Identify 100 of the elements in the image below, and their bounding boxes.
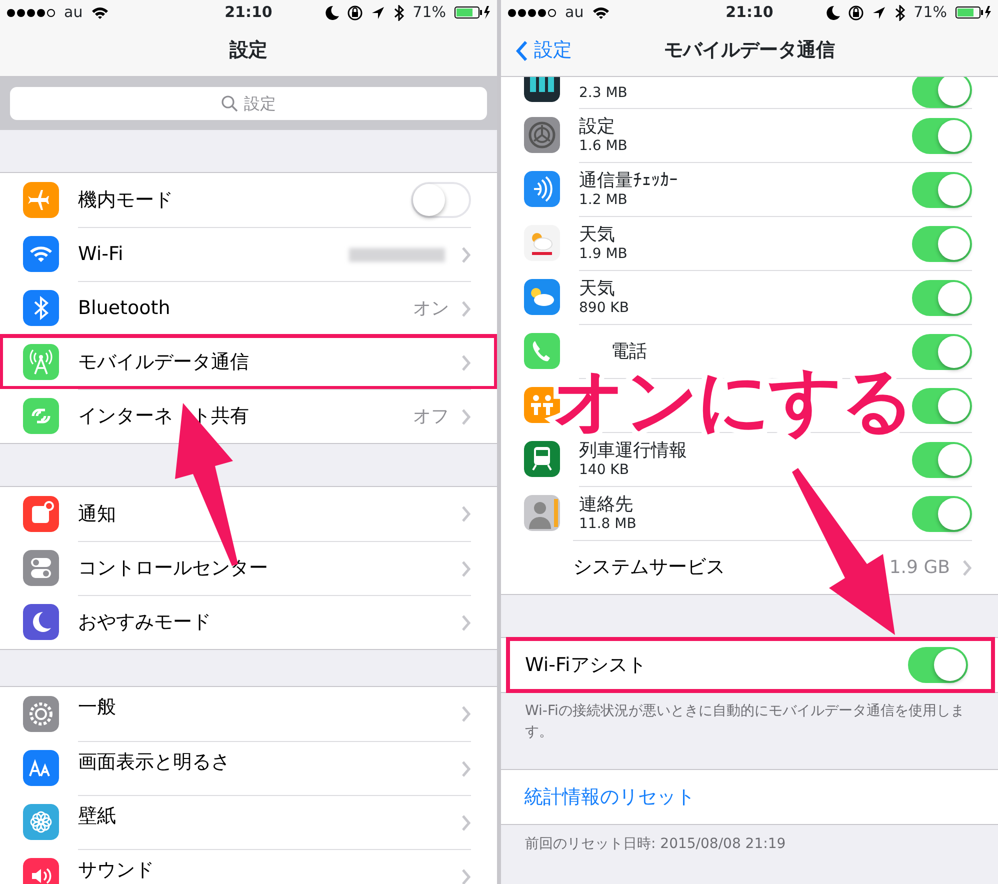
status-time: 21:10: [726, 2, 774, 24]
screen-title: モバイルデータ通信: [664, 38, 835, 64]
app-name: 天気: [579, 278, 616, 300]
data-usage: 1.9 MB: [579, 246, 628, 263]
chevron-icon: [962, 558, 972, 576]
contact-silhouette-icon: [524, 495, 560, 531]
chevron-icon: [461, 560, 471, 578]
signal-icon: [507, 6, 557, 18]
app-name: 通信量ﾁｪｯｶｰ: [579, 170, 679, 192]
row-label: Wi-Fi: [78, 242, 124, 268]
data-usage: 140 KB: [579, 462, 630, 479]
row-label: 一般: [78, 695, 116, 720]
row-label: モバイルデータ通信: [78, 350, 249, 376]
app-name: 列車運行情報: [579, 440, 688, 462]
row-label: システムサービス: [573, 555, 725, 580]
back-button[interactable]: 設定: [515, 25, 572, 76]
row-label: 画面表示と明るさ: [78, 750, 230, 775]
data-usage: 890 KB: [579, 300, 630, 317]
rotation-lock-icon: [848, 4, 864, 20]
footnote-text: Wi-Fiの接続状況が悪いときに自動的にモバイルデータ通信を使用します。: [524, 702, 966, 742]
rotation-lock-icon: [346, 4, 363, 20]
chevron-icon: [461, 705, 471, 723]
chevron-icon: [461, 300, 471, 318]
chevron-icon: [461, 354, 471, 372]
chevron-icon: [461, 408, 471, 426]
toggle-switch[interactable]: [912, 226, 972, 262]
data-usage: 1.2 MB: [579, 192, 628, 209]
data-usage: 11.8 MB: [579, 516, 638, 533]
toggle-switch[interactable]: [912, 280, 972, 316]
antenna-icon: [23, 344, 59, 380]
flower-icon: [23, 804, 59, 840]
app-name: 設定: [579, 116, 616, 138]
notification-icon: [23, 496, 59, 532]
signal-icon: [6, 6, 56, 18]
moon-icon: [23, 604, 59, 640]
toggle-switch[interactable]: [912, 388, 972, 424]
screen-title: 設定: [230, 38, 268, 64]
row-label: サウンド: [78, 858, 154, 883]
battery-icon: [454, 6, 491, 19]
location-arrow-icon: [370, 6, 385, 20]
back-chevron-icon: [515, 40, 528, 62]
chevron-icon: [461, 760, 471, 778]
battery-percent: 71%: [914, 2, 947, 24]
gear-icon: [524, 117, 560, 153]
status-time: 21:10: [224, 2, 272, 24]
speaker-icon: [23, 858, 59, 884]
settings-row[interactable]: Bluetooth オン: [0, 281, 497, 335]
row-label: コントロールセンター: [78, 556, 268, 582]
toggle-switch[interactable]: [912, 496, 972, 532]
app-name: 電話: [610, 340, 648, 362]
row-label: 機内モード: [78, 188, 173, 213]
row-value: オン: [413, 297, 449, 321]
toggle-switch[interactable]: [912, 442, 972, 478]
row-value: 1.9 GB: [889, 556, 950, 580]
row-label: おやすみモード: [78, 610, 211, 636]
app-name: 連絡先: [579, 494, 634, 516]
battery-icon: [955, 6, 992, 19]
data-usage: 2.3 MB: [579, 85, 628, 102]
carrier-name: au: [565, 2, 584, 24]
chevron-icon: [461, 814, 471, 832]
row-label: 壁紙: [78, 804, 116, 829]
reset-link[interactable]: 統計情報のリセット: [524, 782, 695, 812]
wifi-icon: [592, 5, 610, 20]
sun-cloud-icon: [524, 279, 560, 315]
toggle-switch[interactable]: [912, 172, 972, 208]
phone-icon: [524, 333, 560, 369]
toggle-switch[interactable]: [912, 334, 972, 370]
search-placeholder: 設定: [244, 92, 276, 114]
bluetooth-icon: [23, 290, 59, 326]
signal-waves-icon: [524, 171, 560, 207]
search-icon: [221, 95, 238, 112]
link-chain-icon: [23, 398, 59, 434]
toggle-switch[interactable]: [912, 118, 972, 154]
toggle-switch[interactable]: [912, 77, 972, 108]
moon-icon: [324, 5, 339, 20]
row-label: 通知: [78, 502, 116, 527]
wifi-icon: [90, 5, 109, 20]
chevron-icon: [461, 614, 471, 632]
last-reset-text: 前回のリセット日時: 2015/08/08 21:19: [524, 835, 787, 854]
row-label: Bluetooth: [78, 296, 170, 322]
row-value: オフ: [413, 405, 449, 429]
text-size-icon: [23, 750, 59, 786]
location-arrow-icon: [872, 6, 886, 20]
row-label: インターネ: [78, 404, 173, 430]
airplane-icon: [23, 182, 59, 218]
bluetooth-icon: [894, 4, 906, 20]
chevron-icon: [461, 868, 471, 884]
carrier-name: au: [64, 2, 83, 24]
moon-icon: [824, 5, 840, 20]
chevron-icon: [461, 505, 471, 523]
app-name: 天気: [579, 224, 616, 246]
wifi-icon: [23, 236, 59, 272]
chevron-icon: [461, 246, 471, 264]
settings-row[interactable]: Wi-Fiアシスト: [507, 638, 994, 692]
toggle-switch[interactable]: [908, 647, 968, 683]
sun-cloud-icon: [524, 225, 560, 261]
row-label: Wi-Fiアシスト: [525, 652, 646, 678]
gear-icon: [23, 696, 59, 732]
settings-row[interactable]: モバイルデータ通信: [0, 335, 497, 389]
data-usage: 1.6 MB: [579, 138, 628, 155]
